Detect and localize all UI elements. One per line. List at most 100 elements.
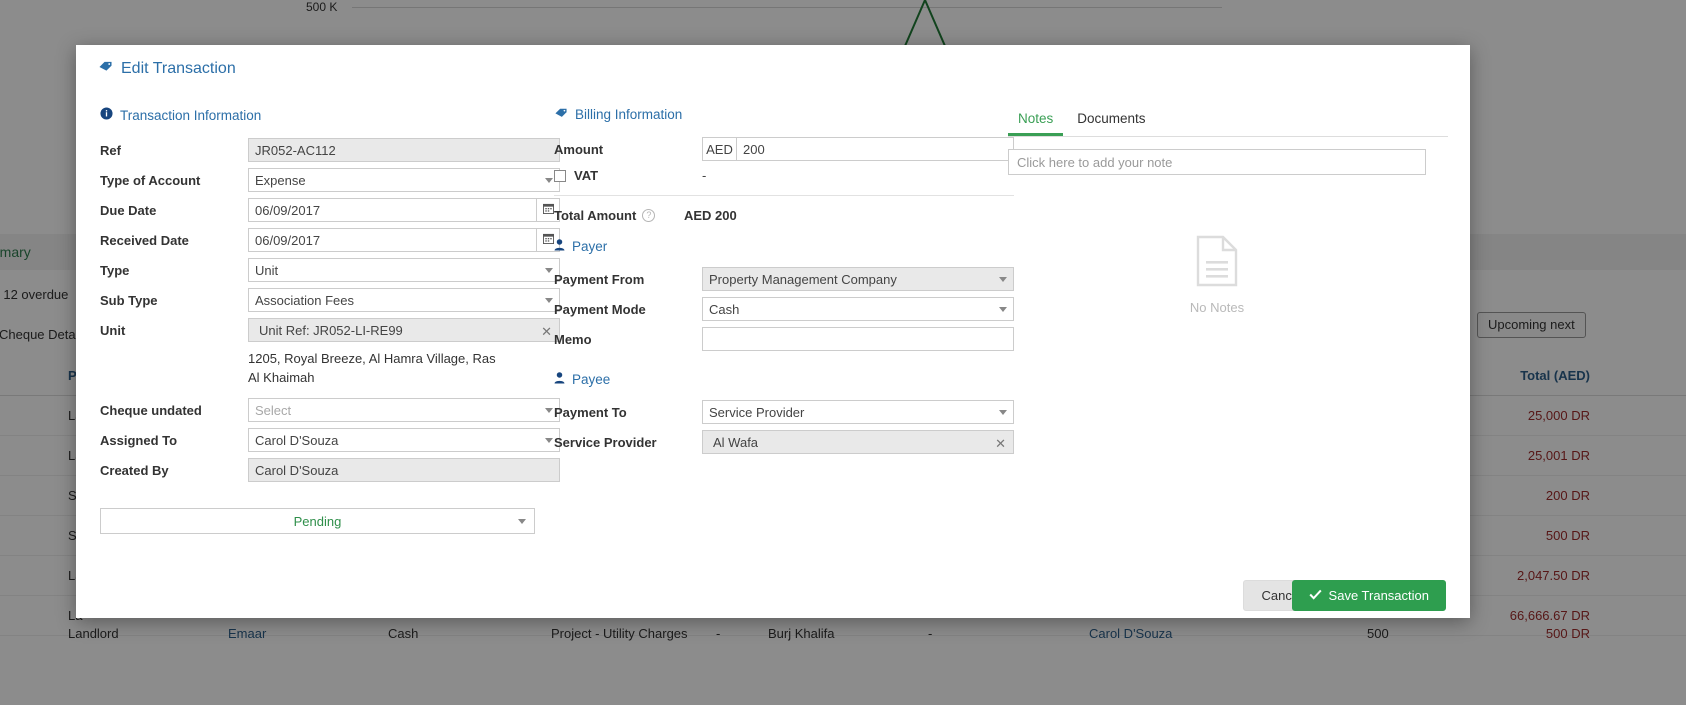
field-vat: VAT -	[554, 168, 1014, 183]
cheque-undated-select[interactable]: Select	[248, 398, 560, 422]
amount-currency-label: AED	[702, 137, 736, 161]
field-type: Type Unit	[100, 257, 560, 283]
person-icon	[554, 239, 565, 254]
clear-unit-icon[interactable]: ✕	[541, 322, 552, 342]
field-payment-to: Payment To Service Provider	[554, 399, 1014, 425]
save-transaction-button[interactable]: Save Transaction	[1291, 580, 1446, 611]
document-icon	[1195, 235, 1239, 292]
unit-token[interactable]: Unit Ref: JR052-LI-RE99 ✕	[248, 318, 560, 342]
tab-notes[interactable]: Notes	[1008, 107, 1064, 136]
due-date-input[interactable]: 06/09/2017	[248, 198, 560, 222]
field-sub-type: Sub Type Association Fees	[100, 287, 560, 313]
field-ref: Ref JR052-AC112	[100, 137, 560, 163]
field-amount: Amount AED 200	[554, 136, 1014, 162]
field-label-total-amount: Total Amount ?	[554, 208, 684, 223]
field-label-received-date: Received Date	[100, 232, 189, 248]
type-of-account-value: Expense	[255, 173, 306, 188]
notes-empty-caption: No Notes	[1189, 300, 1245, 315]
check-icon	[1308, 588, 1322, 603]
dialog-title-text: Edit Transaction	[121, 60, 236, 77]
tab-documents[interactable]: Documents	[1067, 107, 1155, 136]
type-select[interactable]: Unit	[248, 258, 560, 282]
chevron-down-icon	[545, 438, 553, 443]
field-received-date: Received Date 06/09/2017	[100, 227, 560, 253]
payment-mode-value: Cash	[709, 302, 740, 317]
notes-panel: Notes Documents Click here to add your n…	[1008, 107, 1448, 315]
calendar-icon	[542, 201, 554, 219]
field-label-amount: Amount	[554, 141, 604, 157]
section-title-text: Payer	[572, 239, 608, 254]
transaction-information-heading: Transaction Information	[100, 107, 560, 123]
divider	[554, 195, 1014, 196]
field-label-service-provider: Service Provider	[554, 434, 657, 450]
field-label-assigned-to: Assigned To	[100, 432, 178, 448]
cheque-undated-placeholder: Select	[255, 403, 292, 418]
chevron-down-icon	[999, 307, 1007, 312]
field-label-type-of-account: Type of Account	[100, 172, 201, 188]
field-label-memo: Memo	[554, 331, 592, 347]
status-select[interactable]: Pending	[100, 508, 535, 534]
notes-empty-state: No Notes	[1008, 235, 1426, 315]
help-icon[interactable]: ?	[642, 209, 656, 222]
section-title-text: Transaction Information	[120, 107, 262, 123]
field-type-of-account: Type of Account Expense	[100, 167, 560, 193]
field-unit: Unit Unit Ref: JR052-LI-RE99 ✕	[100, 317, 560, 343]
tag-icon	[98, 60, 113, 78]
payment-to-select[interactable]: Service Provider	[702, 400, 1014, 424]
add-note-input[interactable]: Click here to add your note	[1008, 149, 1426, 175]
payment-from-select[interactable]: Property Management Company	[702, 267, 1014, 291]
sub-type-select[interactable]: Association Fees	[248, 288, 560, 312]
payee-heading: Payee	[554, 372, 1014, 387]
service-provider-token[interactable]: Al Wafa ✕	[702, 430, 1014, 454]
chevron-down-icon	[545, 298, 553, 303]
notes-documents-tabs: Notes Documents	[1008, 107, 1448, 137]
chevron-down-icon	[545, 268, 553, 273]
field-due-date: Due Date 06/09/2017	[100, 197, 560, 223]
edit-transaction-dialog: Edit Transaction Transaction Information…	[76, 45, 1470, 618]
field-label-vat: VAT	[574, 168, 599, 183]
chevron-down-icon	[518, 519, 526, 524]
ref-input: JR052-AC112	[248, 138, 560, 162]
type-value: Unit	[255, 263, 279, 278]
vat-checkbox[interactable]	[554, 169, 566, 182]
assigned-to-select[interactable]: Carol D'Souza	[248, 428, 560, 452]
field-label-payment-to: Payment To	[554, 404, 627, 420]
service-provider-value: Al Wafa	[713, 435, 759, 450]
unit-value: Unit Ref: JR052-LI-RE99	[259, 323, 403, 338]
payment-from-value: Property Management Company	[709, 272, 897, 287]
unit-address-text: 1205, Royal Breeze, Al Hamra Village, Ra…	[248, 351, 496, 385]
payment-mode-select[interactable]: Cash	[702, 297, 1014, 321]
amount-input[interactable]: 200	[736, 137, 1014, 161]
section-title-text: Billing Information	[575, 107, 683, 122]
chevron-down-icon	[545, 178, 553, 183]
tag-icon	[554, 107, 568, 122]
section-title-text: Payee	[572, 372, 611, 387]
status-value: Pending	[293, 513, 342, 529]
vat-value: -	[702, 168, 707, 183]
field-created-by: Created By Carol D'Souza	[100, 457, 560, 483]
field-memo: Memo	[554, 326, 1014, 352]
field-payment-from: Payment From Property Management Company	[554, 266, 1014, 292]
type-of-account-select[interactable]: Expense	[248, 168, 560, 192]
field-label-created-by: Created By	[100, 462, 169, 478]
billing-information-heading: Billing Information	[554, 107, 1014, 122]
memo-input[interactable]	[702, 327, 1014, 351]
person-icon	[554, 372, 565, 387]
save-transaction-label: Save Transaction	[1328, 588, 1429, 603]
received-date-input[interactable]: 06/09/2017	[248, 228, 560, 252]
field-label-cheque-undated: Cheque undated	[100, 402, 202, 418]
payer-heading: Payer	[554, 239, 1014, 254]
chevron-down-icon	[999, 277, 1007, 282]
dialog-title: Edit Transaction	[98, 60, 236, 78]
payment-to-value: Service Provider	[709, 405, 805, 420]
field-total-amount: Total Amount ? AED 200	[554, 208, 1014, 223]
field-label-due-date: Due Date	[100, 202, 157, 218]
created-by-input: Carol D'Souza	[248, 458, 560, 482]
field-label-payment-from: Payment From	[554, 271, 645, 287]
sub-type-value: Association Fees	[255, 293, 354, 308]
field-payment-mode: Payment Mode Cash	[554, 296, 1014, 322]
field-label-sub-type: Sub Type	[100, 292, 158, 308]
chevron-down-icon	[545, 408, 553, 413]
clear-service-provider-icon[interactable]: ✕	[995, 434, 1006, 454]
